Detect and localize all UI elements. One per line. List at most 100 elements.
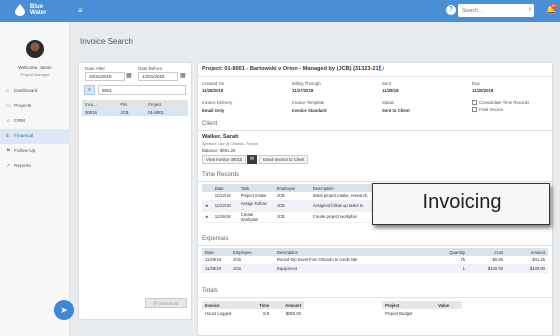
email-button[interactable]: ✉: [247, 155, 257, 164]
invoicing-caption-text: Invoicing: [422, 191, 502, 213]
column-header[interactable]: Date: [202, 248, 230, 256]
view-invoice-button[interactable]: View Invoice 30015: [202, 155, 247, 164]
column-header[interactable]: Task: [237, 184, 274, 192]
history-icon[interactable]: ↻: [378, 64, 385, 73]
sidebar-item-label: Projects: [14, 104, 32, 109]
column-header[interactable]: Quantity: [430, 248, 468, 256]
column-header[interactable]: Cost: [468, 248, 506, 256]
dollar-icon: $: [6, 134, 9, 139]
due-value: 11/28/2018: [472, 88, 494, 93]
folder-icon: ▭: [6, 104, 11, 109]
consolidate-label: Consolidate Time Records: [479, 100, 530, 105]
sidebar-item-label: Reports: [14, 164, 31, 169]
download-label: Download: [158, 301, 179, 306]
client-subtitle: Aperture Law @ Orlando, Florida: [202, 142, 258, 146]
totals-project-table: Project Value Project Budget: [382, 301, 462, 317]
table-cell: $0.55: [468, 256, 506, 265]
expenses-table: Date Employee Description Quantity Cost …: [202, 248, 548, 273]
column-header[interactable]: Employee: [273, 184, 310, 192]
top-bar: Blue Water ≡ ? ⌕ 🔔 9+: [0, 0, 560, 22]
column-header[interactable]: Description: [274, 248, 430, 256]
invoice-search-input[interactable]: 8001: [98, 85, 186, 95]
table-cell: JCB: [273, 211, 310, 223]
table-cell: $850.00: [285, 310, 301, 316]
brand-logo[interactable]: Blue Water: [14, 3, 74, 19]
table-row[interactable]: 30015 JCB 01-8001: [82, 108, 188, 116]
download-button[interactable]: ⎘ Download: [145, 298, 187, 308]
send-message-button[interactable]: ➤: [54, 300, 74, 320]
brand-line-2: Water: [30, 10, 47, 16]
user-avatar[interactable]: [26, 40, 44, 58]
divider: [198, 130, 552, 131]
sent-value: 11/28/18: [382, 88, 399, 93]
divider: [198, 181, 552, 182]
template-label: Invoice Template: [292, 100, 325, 105]
divider: [198, 76, 552, 77]
column-header: [202, 184, 212, 192]
table-cell: 11/22/18: [211, 200, 238, 212]
page-title: Invoice Search: [80, 37, 133, 46]
sidebar: Welcome, Jason Project Manager ⌂ Dashboar…: [0, 22, 70, 336]
table-cell: $41.25: [506, 256, 548, 265]
date-after-label: Date After: [85, 66, 106, 71]
table-cell: 11/26/18: [211, 211, 238, 223]
table-row[interactable]: 11/26/18 JCB Round-trip travel from Orla…: [202, 256, 548, 265]
table-cell: 11/26/18: [202, 256, 230, 265]
date-after-input[interactable]: 10/31/2018: [85, 72, 125, 81]
sidebar-item-follow-up[interactable]: ⚑ Follow Up: [0, 144, 70, 159]
search-button[interactable]: ⌕: [84, 85, 95, 95]
sent-label: Sent: [382, 81, 391, 86]
table-cell: 01-8001: [145, 108, 188, 116]
star-icon[interactable]: [202, 192, 212, 201]
hamburger-menu-icon[interactable]: ≡: [78, 6, 83, 15]
billing-through-value: 11/27/2018: [292, 88, 314, 93]
help-icon[interactable]: ?: [446, 5, 456, 15]
table-cell: Project Budget: [385, 310, 413, 316]
sidebar-item-dashboard[interactable]: ⌂ Dashboard: [0, 84, 70, 99]
final-invoice-label: Final Invoice: [479, 107, 504, 112]
column-header: Invoice: [202, 301, 250, 309]
star-icon[interactable]: ★: [202, 200, 212, 212]
sidebar-item-label: Financial: [14, 134, 34, 139]
global-search: ⌕: [458, 4, 534, 17]
table-row[interactable]: 11/26/18 JCB Equipment 1 $100.00 $100.00: [202, 264, 548, 273]
sidebar-item-crm[interactable]: ☺ CRM: [0, 114, 70, 129]
table-cell: 11/22/18: [211, 192, 238, 201]
consolidate-checkbox[interactable]: [472, 100, 477, 105]
sidebar-item-label: CRM: [14, 119, 25, 124]
table-cell: 30015: [82, 108, 118, 116]
global-search-input[interactable]: [458, 4, 524, 17]
column-header[interactable]: PM: [117, 100, 146, 108]
calendar-icon[interactable]: ▦: [180, 72, 186, 79]
final-invoice-checkbox[interactable]: [472, 107, 477, 112]
email-client-button[interactable]: Email Invoice to Client: [259, 155, 309, 164]
divider: [198, 245, 552, 246]
column-header[interactable]: Project: [145, 100, 188, 108]
column-header[interactable]: Employee: [230, 248, 274, 256]
search-icon: ⌕: [87, 87, 92, 93]
envelope-icon: ✉: [249, 156, 255, 162]
sidebar-item-financial[interactable]: $ Financial: [0, 129, 70, 144]
water-drop-icon: [15, 4, 25, 16]
column-header[interactable]: Invo...: [82, 100, 118, 108]
status-label: Status: [382, 100, 395, 105]
sidebar-item-projects[interactable]: ▭ Projects: [0, 99, 70, 114]
paper-plane-icon: ➤: [60, 305, 68, 315]
table-cell: JCB: [273, 200, 310, 212]
table-cell: JCB: [230, 264, 274, 273]
welcome-text: Welcome, Jason: [18, 65, 52, 70]
date-before-input[interactable]: 12/01/2018: [138, 72, 178, 81]
search-icon[interactable]: ⌕: [528, 6, 532, 14]
client-section-title: Client: [202, 121, 218, 127]
table-cell: Round-trip travel from Orlando to credit…: [274, 256, 430, 265]
column-header[interactable]: Date: [211, 184, 238, 192]
star-icon[interactable]: ★: [202, 211, 212, 223]
created-on-value: 11/28/2018: [202, 88, 224, 93]
client-name[interactable]: Walker, Sarah: [202, 134, 238, 140]
table-cell: $100.00: [506, 264, 548, 273]
calendar-icon[interactable]: ▦: [126, 72, 132, 79]
sidebar-item-reports[interactable]: ↗ Reports: [0, 159, 70, 174]
created-on-label: Created On: [202, 81, 225, 86]
people-icon: ☺: [6, 119, 11, 124]
column-header[interactable]: Amount: [506, 248, 548, 256]
